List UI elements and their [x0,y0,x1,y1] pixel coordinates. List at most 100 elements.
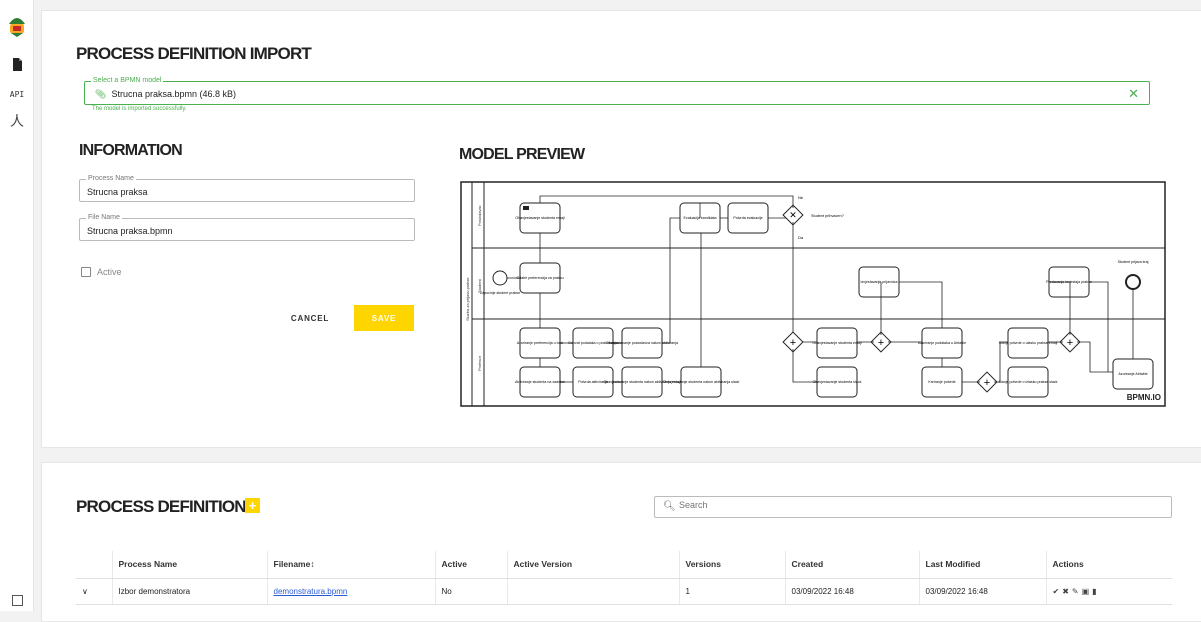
process-name-legend: Process Name [86,174,136,184]
cell-process-name: Izbor demonstratora [111,578,267,605]
svg-text:+: + [790,337,796,349]
lane-label-2: Profesor [477,355,482,371]
task-14: Obavjestavanje studenta slack [813,366,862,398]
search-input[interactable] [679,500,1159,510]
definitions-table: Process Name Filename↕ Active Active Ver… [76,551,1172,605]
svg-text:+: + [878,337,884,349]
lane-label-0: Poslodavac [477,205,482,226]
task-2-label: Potvrda evaluacije [733,216,762,220]
bpmn-file-field[interactable]: Select a BPMN model 📎︎ Strucna praksa.bpm… [84,76,1150,105]
sidebar: API 人 [0,0,34,611]
yes-label: Da [798,235,804,240]
sidebar-item-documents[interactable] [0,58,34,76]
search-icon: 🔍︎ [663,501,676,512]
app-logo-icon[interactable] [7,14,27,38]
col-active-version[interactable]: Active Version [506,551,679,579]
task-0-label: Obavjestavanje studenta emajl [515,216,564,220]
task-19: Azuriranje Airtable [1112,358,1154,390]
no-label: Ne [798,195,804,200]
task-13-label: Obavjestavanje studenta emajl [812,341,861,345]
col-last-modified[interactable]: Last Modified [918,551,1046,579]
file-icon[interactable]: ▮ [1092,587,1096,596]
col-expand [76,551,112,579]
cancel-button[interactable]: CANCEL [282,307,338,329]
col-process-name[interactable]: Process Name [111,551,267,579]
col-versions[interactable]: Versions [678,551,785,579]
document-icon [12,58,22,71]
col-created[interactable]: Created [784,551,919,579]
task-19-label: Azuriranje Airtable [1118,372,1147,376]
svg-text:+: + [984,377,990,389]
file-name-legend: File Name [86,213,122,223]
import-title: PROCESS DEFINITION IMPORT [76,44,312,63]
model-preview-title: MODEL PREVIEW [459,146,585,163]
task-12-label: Obavjestavanje studenta nakon aktiviranj… [663,380,740,384]
start-label: Zapocinje student prakse [480,291,520,295]
end-event [1125,274,1141,290]
task-18-label: Slanje potvrde o izlasku prakse slack [999,380,1058,384]
task-9: Aktiviranje studenta na zadatak [515,366,565,398]
clear-file-icon[interactable]: ✕ [1128,86,1139,102]
cell-active: No [434,578,507,605]
cell-active-version [506,578,679,605]
task-15-label: Azuriranje podataka u Airtable [918,341,966,345]
trash-icon[interactable]: ▣ [1082,587,1090,596]
task-2: Potvrda evaluacije [727,202,769,234]
accessibility-icon: 人 [10,113,24,129]
svg-text:✕: ✕ [789,210,797,220]
task-16-label: Kreiranje potvrde [928,380,955,384]
import-card: PROCESS DEFINITION IMPORT Select a BPMN … [41,10,1201,448]
task-3: Odabir preferencija za praksu [516,262,564,294]
sidebar-item-accessibility[interactable]: 人 [0,111,34,131]
bpmn-watermark: BPMN.IO [1127,393,1161,402]
task-16: Kreiranje potvrde [921,366,963,398]
sidebar-item-api[interactable]: API [0,90,34,99]
col-filename[interactable]: Filename↕ [266,551,435,579]
active-checkbox-row[interactable]: Active [81,267,122,277]
cross-icon[interactable]: ✖ [1062,587,1069,596]
pencil-icon[interactable]: ✎ [1072,587,1079,596]
end-label: Student prijava kraj [1118,260,1149,264]
file-name-value: Strucna praksa.bpmn [87,226,173,236]
start-event [492,270,508,286]
cell-created: 03/09/2022 16:48 [784,578,919,605]
table-row[interactable]: ∨ Izbor demonstratora demonstratura.bpmn… [76,578,1172,605]
add-definition-button[interactable]: + [245,498,260,513]
search-box[interactable]: 🔍︎ [654,496,1172,518]
active-label: Active [97,267,122,277]
check-icon[interactable]: ✔ [1053,587,1060,596]
import-success-text: The model is imported successfully. [92,106,187,112]
expand-icon[interactable]: ∨ [76,578,112,605]
file-name-field[interactable]: File Name Strucna praksa.bpmn [79,213,415,241]
cell-filename-link[interactable]: demonstratura.bpmn [266,578,435,605]
task-14-label: Obavjestavanje studenta slack [813,380,862,384]
task-6: Azuriranje preferencija u bazi [517,327,564,359]
sidebar-item-toggle[interactable] [0,593,34,611]
process-name-field[interactable]: Process Name Strucna praksa [79,174,415,202]
pool-label: Sluzba za prijavu prakse [465,277,470,321]
cell-actions: ✔ ✖ ✎ ▣ ▮ [1045,578,1172,605]
task-4: Izvjestavanje prijavnica [858,266,900,298]
cell-last-modified: 03/09/2022 16:48 [918,578,1046,605]
bpmn-file-value: Strucna praksa.bpmn (46.8 kB) [111,89,236,99]
paperclip-icon: 📎︎ [95,89,107,99]
col-actions: Actions [1045,551,1172,579]
task-6-label: Azuriranje preferencija u bazi [517,341,564,345]
process-name-value: Strucna praksa [87,187,148,197]
information-title: INFORMATION [79,142,183,159]
task-0: Obavjestavanje studenta emajl [515,202,565,234]
task-4-label: Izvjestavanje prijavnica [861,280,898,284]
definitions-card: PROCESS DEFINITIONS + 🔍︎ Process Name Fi… [41,462,1201,622]
save-button[interactable]: SAVE [354,305,414,331]
task-9-label: Aktiviranje studenta na zadatak [515,380,565,384]
task-13: Obavjestavanje studenta emajl [812,327,862,359]
col-active[interactable]: Active [434,551,507,579]
active-checkbox[interactable] [81,267,91,277]
bpmn-field-legend: Select a BPMN model [91,76,164,86]
gateway-label: Student prihvacen? [811,214,844,218]
definitions-title: PROCESS DEFINITIONS [76,497,257,516]
svg-text:+: + [1067,337,1073,349]
square-icon [11,595,23,606]
task-15: Azuriranje podataka u Airtable [918,327,966,359]
cell-versions: 1 [678,578,785,605]
